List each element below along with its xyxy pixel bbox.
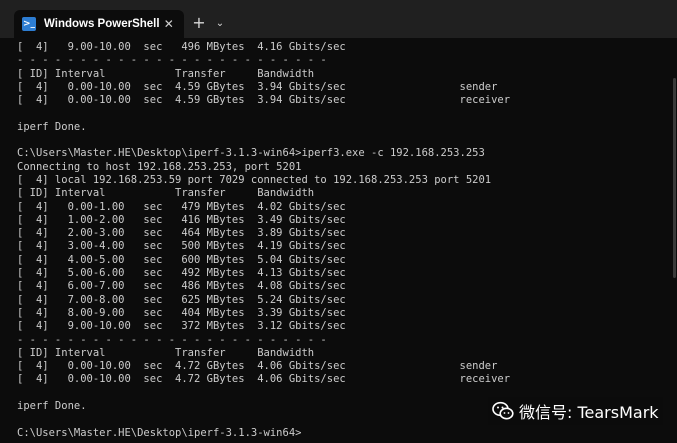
terminal-line: iperf Done. [17, 120, 87, 133]
tab-windows-powershell[interactable]: >_ Windows PowerShell ✕ [14, 10, 184, 38]
terminal-line: [ 4] 9.00-10.00 sec 496 MBytes 4.16 Gbit… [17, 41, 346, 53]
scrollbar[interactable] [673, 78, 676, 278]
terminal-line: - - - - - - - - - - - - - - - - - - - - … [17, 54, 327, 67]
powershell-icon: >_ [22, 17, 36, 31]
terminal-line: Connecting to host 192.168.253.253, port… [17, 160, 302, 173]
new-tab-button[interactable]: + [190, 13, 208, 33]
terminal-line: [ 4] 8.00-9.00 sec 404 MBytes 3.39 Gbits… [17, 306, 346, 319]
terminal-line: [ 4] 3.00-4.00 sec 500 MBytes 4.19 Gbits… [17, 240, 346, 253]
watermark-text: 微信号: TearsMark [519, 403, 659, 422]
terminal-line: [ 4] 4.00-5.00 sec 600 MBytes 5.04 Gbits… [17, 253, 346, 266]
terminal-line: [ 4] 0.00-1.00 sec 479 MBytes 4.02 Gbits… [17, 200, 346, 213]
terminal-line: iperf Done. [17, 400, 87, 413]
terminal-line: [ 4] 7.00-8.00 sec 625 MBytes 5.24 Gbits… [17, 293, 346, 306]
terminal-line: C:\Users\Master.HE\Desktop\iperf-3.1.3-w… [17, 426, 302, 439]
terminal-lines: [ 4] 9.00-10.00 sec 496 MBytes 4.16 Gbit… [17, 41, 510, 440]
close-tab-button[interactable]: ✕ [160, 17, 178, 31]
terminal-line: [ ID] Interval Transfer Bandwidth [17, 346, 315, 359]
tab-title: Windows PowerShell [44, 18, 160, 30]
terminal-line: [ 4] 5.00-6.00 sec 492 MBytes 4.13 Gbits… [17, 267, 346, 280]
terminal-line: [ 4] 9.00-10.00 sec 372 MBytes 3.12 Gbit… [17, 320, 346, 333]
terminal-line: [ 4] 0.00-10.00 sec 4.59 GBytes 3.94 Gbi… [17, 94, 511, 107]
tab-dropdown-button[interactable]: ⌄ [212, 14, 228, 34]
terminal-output[interactable]: [ 4] 9.00-10.00 sec 496 MBytes 4.16 Gbit… [0, 38, 677, 443]
terminal-line: [ ID] Interval Transfer Bandwidth [17, 67, 315, 80]
terminal-line: [ 4] 6.00-7.00 sec 486 MBytes 4.08 Gbits… [17, 280, 346, 293]
wechat-watermark: 微信号: TearsMark [488, 397, 663, 425]
terminal-line: [ 4] 0.00-10.00 sec 4.72 GBytes 4.06 Gbi… [17, 360, 498, 373]
terminal-line: [ ID] Interval Transfer Bandwidth [17, 187, 315, 200]
title-bar: >_ Windows PowerShell ✕ + ⌄ [0, 0, 677, 38]
terminal-line: C:\Users\Master.HE\Desktop\iperf-3.1.3-w… [17, 147, 485, 160]
terminal-line: [ 4] 0.00-10.00 sec 4.59 GBytes 3.94 Gbi… [17, 80, 498, 93]
wechat-icon [492, 401, 514, 420]
terminal-line: [ 4] 0.00-10.00 sec 4.72 GBytes 4.06 Gbi… [17, 373, 511, 386]
terminal-line: - - - - - - - - - - - - - - - - - - - - … [17, 333, 327, 346]
terminal-line: [ 4] 2.00-3.00 sec 464 MBytes 3.89 Gbits… [17, 227, 346, 240]
terminal-line: [ 4] 1.00-2.00 sec 416 MBytes 3.49 Gbits… [17, 213, 346, 226]
terminal-line: [ 4] local 192.168.253.59 port 7029 conn… [17, 173, 492, 186]
